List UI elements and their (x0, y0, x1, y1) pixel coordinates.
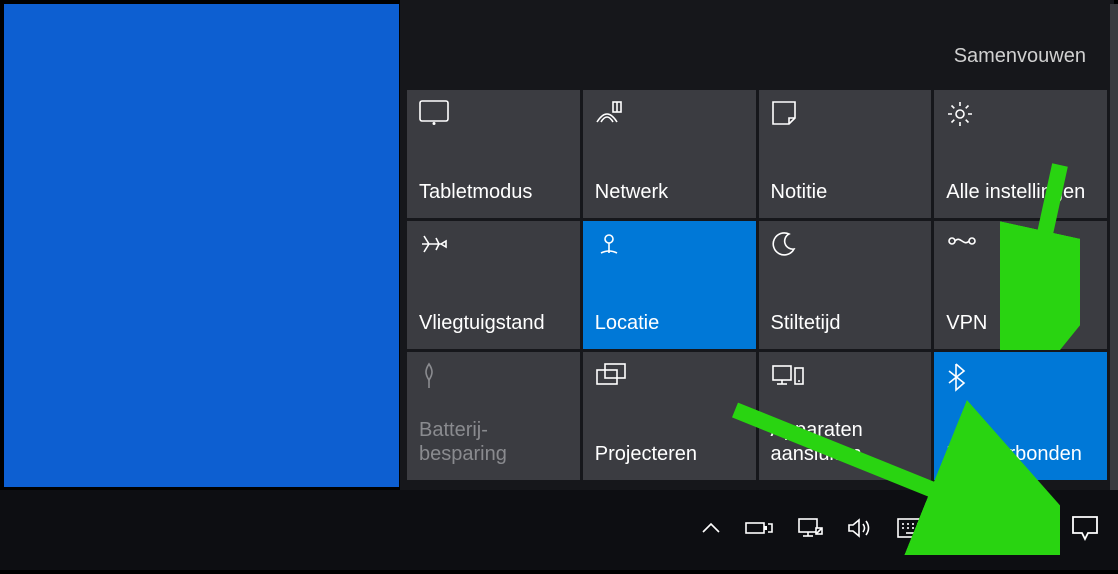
clock-date: 26-11-2018 (952, 530, 1048, 552)
tile-batterijbesparing[interactable]: Batterij-besparing (407, 352, 580, 480)
tile-apparaten-aansluiten[interactable]: Apparaten aansluiten (759, 352, 932, 480)
bluetooth-icon (946, 362, 1095, 390)
tile-locatie[interactable]: Locatie (583, 221, 756, 349)
location-icon (595, 231, 744, 259)
vpn-icon (946, 231, 1095, 259)
taskbar: 15:5 26-11-2018 (0, 490, 1118, 570)
taskbar-clock[interactable]: 15:5 26-11-2018 (952, 508, 1048, 552)
tile-label: Locatie (595, 311, 744, 335)
tile-vliegtuigstand[interactable]: Vliegtuigstand (407, 221, 580, 349)
tablet-icon (419, 100, 568, 128)
tile-projecteren[interactable]: Projecteren (583, 352, 756, 480)
show-hidden-icons[interactable] (700, 521, 722, 540)
connect-devices-icon (771, 362, 920, 390)
action-center-tray-icon[interactable] (1070, 514, 1100, 547)
tile-vpn[interactable]: VPN (934, 221, 1107, 349)
tile-label: Alle instellingen (946, 180, 1095, 204)
volume-icon[interactable] (846, 516, 874, 545)
keyboard-icon[interactable] (896, 517, 930, 544)
tile-alle-instellingen[interactable]: Alle instellingen (934, 90, 1107, 218)
tile-label: Notitie (771, 180, 920, 204)
tile-label: Vliegtuigstand (419, 311, 568, 335)
tile-label: Tabletmodus (419, 180, 568, 204)
clock-time: 15:5 (952, 508, 1048, 530)
note-icon (771, 100, 920, 128)
tile-notitie[interactable]: Notitie (759, 90, 932, 218)
scrollbar[interactable] (1110, 4, 1118, 490)
tile-netwerk[interactable]: Netwerk (583, 90, 756, 218)
tile-label: Projecteren (595, 442, 744, 466)
airplane-icon (419, 231, 568, 259)
network-icon (595, 100, 744, 128)
battery-saver-icon (419, 362, 568, 390)
action-center-panel: Samenvouwen Tabletmodus Netwerk Notitie … (400, 0, 1114, 490)
network-tray-icon[interactable] (796, 516, 824, 545)
desktop-background (4, 4, 399, 487)
tile-label: VPN (946, 311, 1095, 335)
power-icon[interactable] (744, 518, 774, 543)
tile-stiltetijd[interactable]: Stiltetijd (759, 221, 932, 349)
gear-icon (946, 100, 1095, 128)
tile-label: Stiltetijd (771, 311, 920, 335)
tile-label: Netwerk (595, 180, 744, 204)
tile-label: Apparaten aansluiten (771, 418, 920, 466)
tile-bluetooth[interactable]: Niet verbonden (934, 352, 1107, 480)
moon-icon (771, 231, 920, 259)
tile-label: Batterij-besparing (419, 418, 568, 466)
project-icon (595, 362, 744, 390)
collapse-button[interactable]: Samenvouwen (400, 13, 1114, 90)
tile-label: Niet verbonden (946, 442, 1095, 466)
tile-tabletmodus[interactable]: Tabletmodus (407, 90, 580, 218)
quick-action-tiles: Tabletmodus Netwerk Notitie Alle instell… (400, 90, 1114, 490)
